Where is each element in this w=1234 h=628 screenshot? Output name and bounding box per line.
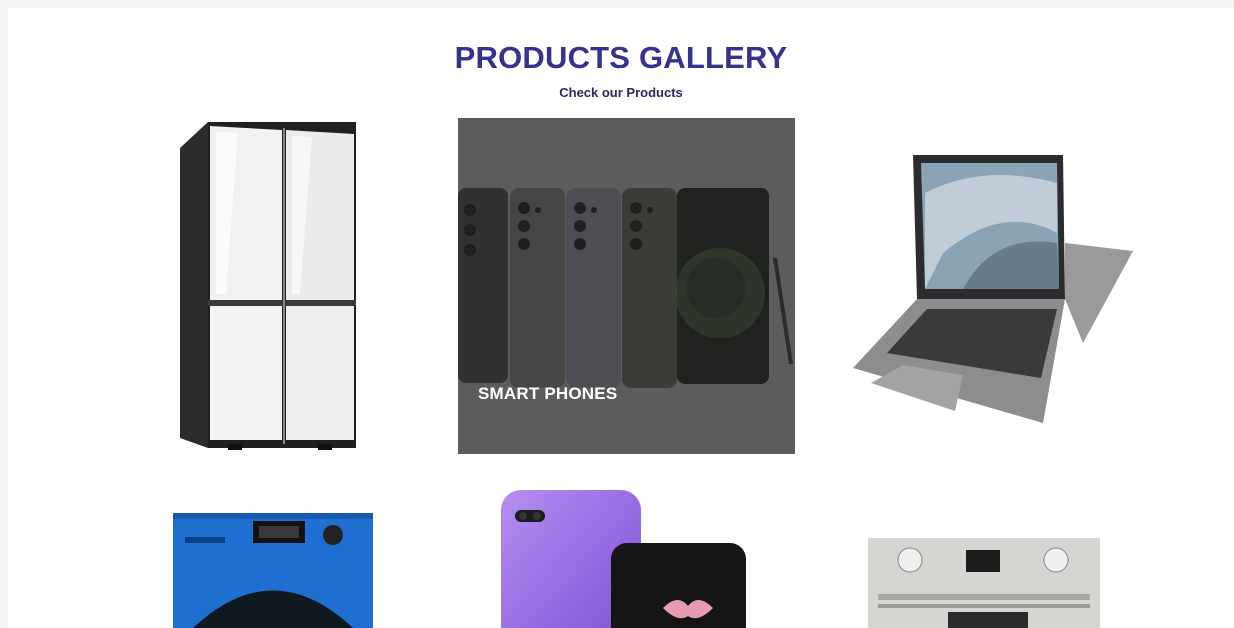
refrigerator-image	[180, 122, 356, 450]
page-subtitle: Check our Products	[559, 85, 683, 100]
foldable-phone-image	[501, 490, 746, 628]
product-card-washing-machine[interactable]	[173, 513, 373, 628]
laptop-image	[853, 155, 1133, 423]
washing-machine-image	[173, 513, 373, 628]
product-card-laptop[interactable]	[843, 153, 1133, 428]
oven-image	[868, 538, 1100, 628]
product-card-refrigerator[interactable]	[168, 118, 368, 458]
product-card-smart-phones[interactable]: SMART PHONES	[458, 118, 795, 454]
product-card-oven[interactable]	[868, 538, 1100, 628]
category-label: SMART PHONES	[478, 384, 618, 403]
page-title: PRODUCTS GALLERY	[454, 40, 788, 75]
page-frame: PRODUCTS GALLERY Check our Products SMAR…	[8, 8, 1234, 628]
product-card-foldable-phone[interactable]	[493, 488, 748, 628]
